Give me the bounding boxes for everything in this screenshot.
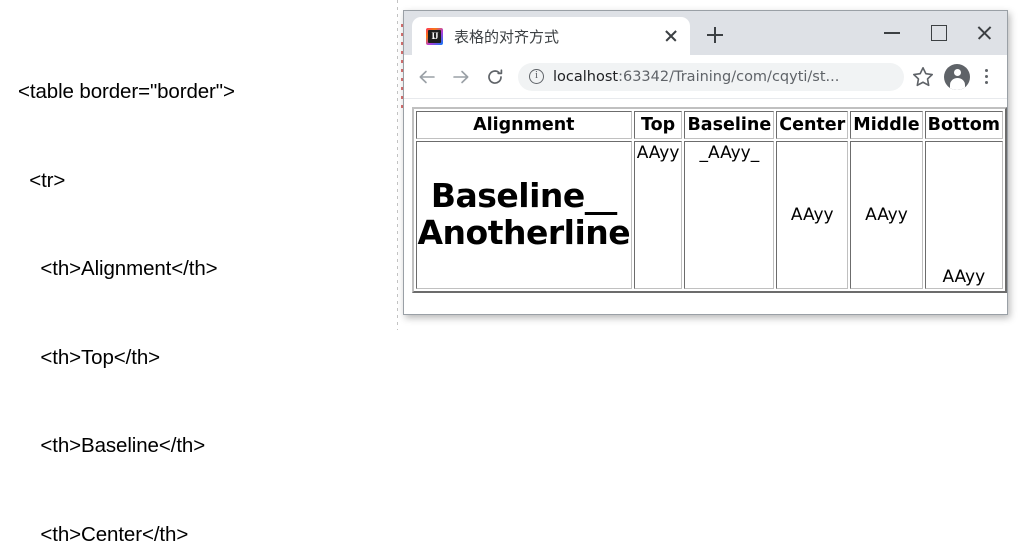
column-header-alignment: Alignment bbox=[416, 111, 632, 139]
cell-valign-bottom: AAyy bbox=[924, 141, 1003, 289]
row-heading-cell: Baseline__ Anotherline bbox=[416, 141, 632, 289]
code-line: <table border="border"> bbox=[18, 80, 235, 103]
code-listing: <table border="border"> <tr> <th>Alignme… bbox=[18, 18, 408, 544]
cell-valign-middle: AAyy bbox=[850, 141, 923, 289]
row-heading-line2: Anotherline bbox=[417, 213, 631, 252]
cell-valign-baseline: _AAyy_ bbox=[684, 141, 775, 289]
screenshot-root: <table border="border"> <tr> <th>Alignme… bbox=[0, 0, 1033, 544]
site-info-icon[interactable] bbox=[529, 69, 544, 84]
intellij-idea-favicon: IJ bbox=[426, 27, 443, 45]
tab-title: 表格的对齐方式 bbox=[454, 27, 560, 46]
new-tab-icon[interactable] bbox=[700, 20, 730, 50]
overflow-menu-icon[interactable] bbox=[975, 64, 997, 90]
forward-arrow-icon[interactable] bbox=[446, 62, 476, 92]
back-arrow-icon[interactable] bbox=[412, 62, 442, 92]
code-line: <th>Alignment</th> bbox=[18, 257, 218, 280]
column-header-middle: Middle bbox=[850, 111, 923, 139]
code-line: <th>Top</th> bbox=[18, 345, 161, 369]
code-line: <tr> bbox=[18, 168, 66, 192]
code-line: <th>Center</th> bbox=[18, 522, 189, 544]
editor-indent-guide bbox=[397, 0, 398, 330]
row-heading: Baseline__ Anotherline bbox=[417, 176, 631, 252]
column-header-baseline: Baseline bbox=[684, 111, 775, 139]
page-viewport: Alignment Top Baseline Center Middle Bot… bbox=[404, 99, 1007, 314]
table-header-row: Alignment Top Baseline Center Middle Bot… bbox=[416, 111, 1003, 139]
avatar[interactable] bbox=[944, 63, 970, 90]
browser-toolbar: localhost:63342/Training/com/cqyti/st... bbox=[404, 55, 1007, 99]
row-heading-line1: Baseline__ bbox=[430, 176, 617, 216]
browser-window: IJ 表格的对齐方式 i localhost:63342/Training/co… bbox=[403, 10, 1008, 315]
minimize-icon[interactable] bbox=[869, 11, 915, 55]
tab-strip: IJ 表格的对齐方式 bbox=[404, 11, 1007, 55]
url-host: localhost bbox=[553, 68, 619, 85]
reload-icon[interactable] bbox=[480, 62, 510, 92]
cell-valign-center: AAyy bbox=[776, 141, 849, 289]
close-icon[interactable] bbox=[658, 23, 684, 49]
cell-valign-top: AAyy bbox=[633, 141, 683, 289]
alignment-demo-table: Alignment Top Baseline Center Middle Bot… bbox=[412, 107, 1007, 293]
column-header-top: Top bbox=[633, 111, 683, 139]
bookmark-star-icon[interactable] bbox=[910, 64, 936, 90]
table-row: Baseline__ Anotherline AAyy _AAyy_ AAyy … bbox=[416, 141, 1003, 289]
address-bar[interactable]: localhost:63342/Training/com/cqyti/st... bbox=[518, 62, 904, 91]
maximize-icon[interactable] bbox=[915, 11, 961, 55]
window-close-icon[interactable] bbox=[961, 11, 1007, 55]
column-header-center: Center bbox=[776, 111, 849, 139]
favicon-glyph: IJ bbox=[431, 30, 438, 41]
url-text: localhost:63342/Training/com/cqyti/st... bbox=[553, 69, 839, 85]
window-controls bbox=[869, 11, 1007, 55]
url-path: :63342/Training/com/cqyti/st... bbox=[618, 68, 840, 85]
code-line: <th>Baseline</th> bbox=[18, 434, 206, 457]
browser-tab[interactable]: IJ 表格的对齐方式 bbox=[412, 17, 690, 55]
column-header-bottom: Bottom bbox=[924, 111, 1003, 139]
